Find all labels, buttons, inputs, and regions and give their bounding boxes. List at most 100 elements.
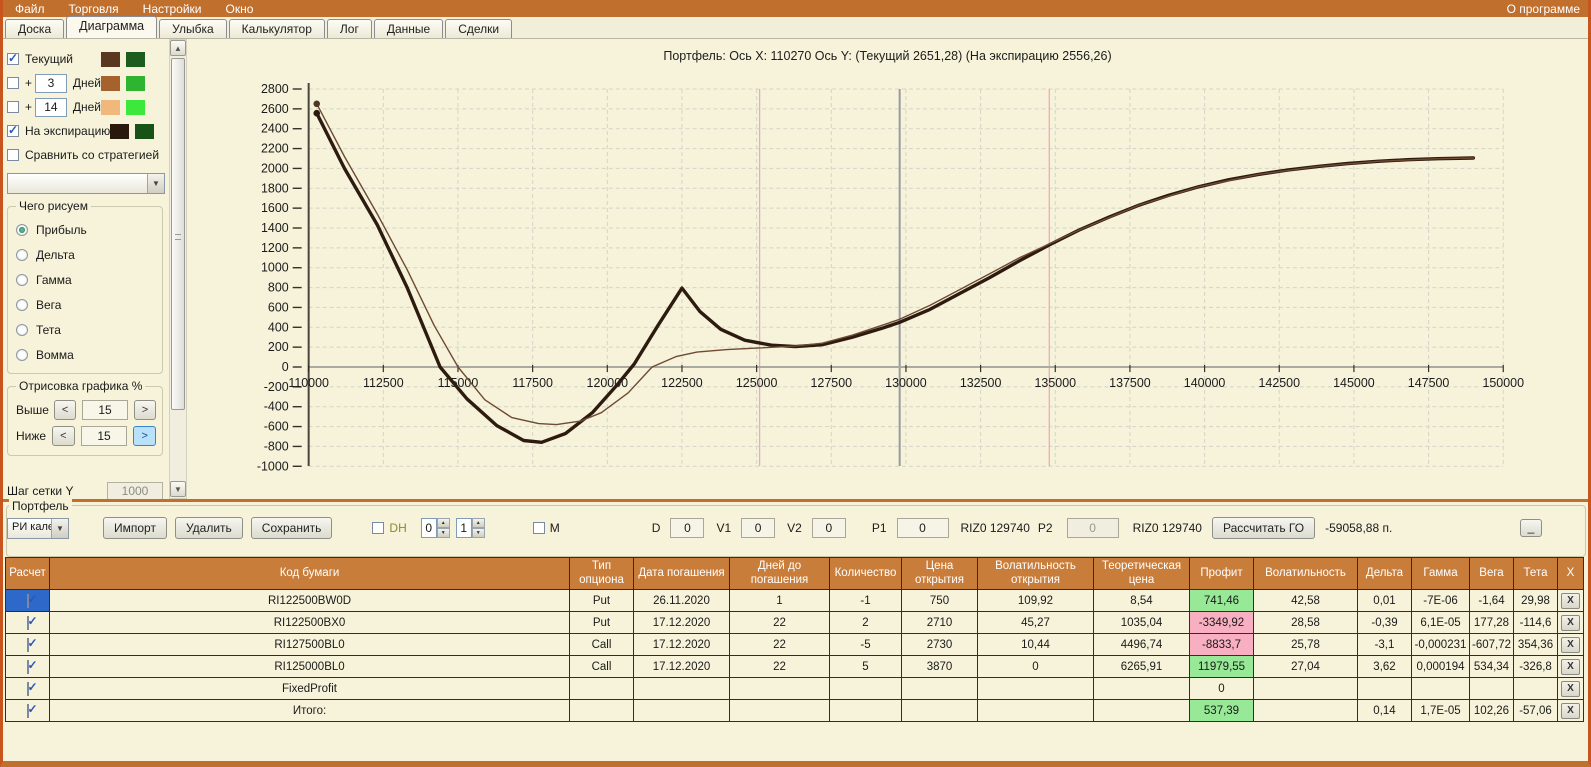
radio-Прибыль[interactable] [16, 223, 28, 236]
scrollbar-thumb[interactable] [171, 58, 185, 410]
radio-Гамма[interactable] [16, 273, 28, 286]
cell: 2 [829, 611, 902, 634]
column-header[interactable]: Гамма [1411, 557, 1470, 590]
sidebar-scrollbar[interactable]: ▲ ▼ [169, 39, 187, 499]
column-header[interactable]: Вега [1468, 557, 1515, 590]
p2-input[interactable]: 0 [1066, 518, 1119, 538]
column-header[interactable]: Расчет [5, 557, 50, 590]
radio-Дельта[interactable] [16, 248, 28, 261]
column-header[interactable]: Волатильность открытия [977, 557, 1094, 590]
column-header[interactable]: Код бумаги [49, 557, 570, 590]
days-input[interactable]: 3 [34, 73, 67, 93]
column-header[interactable]: X [1557, 557, 1585, 590]
row-calc-checkbox[interactable] [26, 659, 29, 674]
p1-input[interactable]: 0 [896, 518, 949, 538]
remove-row-button[interactable]: X [1561, 636, 1581, 653]
radio-Тета[interactable] [16, 323, 28, 336]
below-decrease-button[interactable]: < [52, 426, 75, 446]
line-checkbox[interactable] [7, 123, 19, 137]
calc-cell[interactable] [5, 611, 50, 634]
import-button[interactable]: Импорт [103, 517, 167, 539]
sidebar-line-3: На экспирацию [7, 119, 167, 143]
line-checkbox[interactable] [7, 77, 19, 89]
menu-trading[interactable]: Торговля [57, 2, 131, 16]
line-checkbox[interactable] [7, 51, 19, 65]
calc-cell[interactable] [5, 633, 50, 656]
tab-Диаграмма[interactable]: Диаграмма [66, 16, 158, 38]
radio-row-Гамма: Гамма [16, 267, 156, 292]
column-header[interactable]: Тета [1513, 557, 1559, 590]
remove-row-button[interactable]: X [1561, 658, 1581, 675]
radio-Вега[interactable] [16, 298, 28, 311]
chevron-down-icon[interactable]: ▼ [51, 518, 68, 538]
remove-row-button[interactable]: X [1561, 702, 1581, 719]
below-percent-value[interactable]: 15 [80, 426, 128, 446]
below-increase-button[interactable]: > [133, 426, 156, 446]
column-header[interactable]: Профит [1189, 557, 1254, 590]
grid-step-y-input[interactable]: 1000 [107, 481, 163, 499]
column-header[interactable]: Теоретическая цена [1093, 557, 1190, 590]
tab-Калькулятор[interactable]: Калькулятор [228, 19, 325, 38]
remove-row-button[interactable]: X [1561, 614, 1581, 631]
calc-cell[interactable] [5, 677, 50, 700]
v1-input[interactable]: 0 [741, 518, 776, 538]
cell: 534,34 [1468, 655, 1515, 678]
tab-Сделки[interactable]: Сделки [445, 19, 513, 38]
row-calc-checkbox[interactable] [26, 593, 29, 608]
line-label: Дней [72, 100, 101, 114]
diagram-page: Текущий +3 Дней +14 Дней На экспирацию Сравнит… [3, 39, 1588, 502]
column-header[interactable]: Цена открытия [901, 557, 978, 590]
row-calc-checkbox[interactable] [26, 681, 29, 696]
tab-Данные[interactable]: Данные [373, 19, 444, 38]
collapse-panel-button[interactable]: _ [1520, 519, 1542, 537]
above-increase-button[interactable]: > [133, 400, 156, 420]
portfolio-combobox[interactable]: РИ календарь ▼ [7, 517, 69, 539]
column-header[interactable]: Дельта [1357, 557, 1412, 590]
line-checkbox[interactable] [7, 101, 19, 113]
days-input[interactable]: 14 [34, 97, 67, 117]
above-percent-value[interactable]: 15 [82, 400, 128, 420]
calc-cell[interactable] [5, 589, 50, 612]
delete-button[interactable]: Удалить [174, 517, 243, 539]
chevron-down-icon[interactable]: ▼ [147, 174, 164, 193]
cell: 26.11.2020 [633, 589, 730, 612]
save-button[interactable]: Сохранить [250, 517, 333, 539]
menu-file[interactable]: Файл [3, 2, 57, 16]
cell: -5 [829, 633, 902, 656]
calc-cell[interactable] [5, 655, 50, 678]
cell: 6,1E-05 [1411, 611, 1470, 634]
row-calc-checkbox[interactable] [26, 637, 29, 652]
m-checkbox[interactable] [532, 522, 545, 534]
scroll-up-icon[interactable]: ▲ [170, 40, 186, 56]
tab-Доска[interactable]: Доска [5, 19, 65, 38]
v2-input[interactable]: 0 [811, 518, 846, 538]
column-header[interactable]: Дней до погашения [729, 557, 830, 590]
y-tick-label: 1000 [261, 261, 289, 275]
dh-spinner-2[interactable]: 1 ▲ ▼ [455, 518, 485, 538]
dh-spinner-1[interactable]: 0 ▲ ▼ [420, 518, 450, 538]
cell [1513, 677, 1559, 700]
menu-window[interactable]: Окно [214, 2, 266, 16]
remove-row-button[interactable]: X [1561, 680, 1581, 697]
strategy-combobox[interactable]: ▼ [7, 173, 165, 194]
line-checkbox[interactable] [7, 149, 19, 161]
above-decrease-button[interactable]: < [54, 400, 77, 420]
column-header[interactable]: Дата погашения [633, 557, 730, 590]
cell: 4496,74 [1093, 633, 1190, 656]
remove-row-button[interactable]: X [1561, 592, 1581, 609]
d-input[interactable]: 0 [670, 518, 705, 538]
calc-cell[interactable] [5, 699, 50, 722]
row-calc-checkbox[interactable] [26, 615, 29, 630]
dh-checkbox[interactable] [372, 522, 385, 534]
tab-Лог[interactable]: Лог [326, 19, 372, 38]
scroll-down-icon[interactable]: ▼ [170, 481, 186, 497]
column-header[interactable]: Волатильность [1253, 557, 1358, 590]
tab-Улыбка[interactable]: Улыбка [159, 19, 227, 38]
column-header[interactable]: Тип опциона [569, 557, 634, 590]
menu-about[interactable]: О программе [1499, 2, 1588, 16]
menu-settings[interactable]: Настройки [131, 2, 214, 16]
radio-Вомма[interactable] [16, 348, 28, 361]
column-header[interactable]: Количество [829, 557, 902, 590]
calculate-margin-button[interactable]: Рассчитать ГО [1211, 517, 1316, 539]
row-calc-checkbox[interactable] [26, 703, 29, 718]
